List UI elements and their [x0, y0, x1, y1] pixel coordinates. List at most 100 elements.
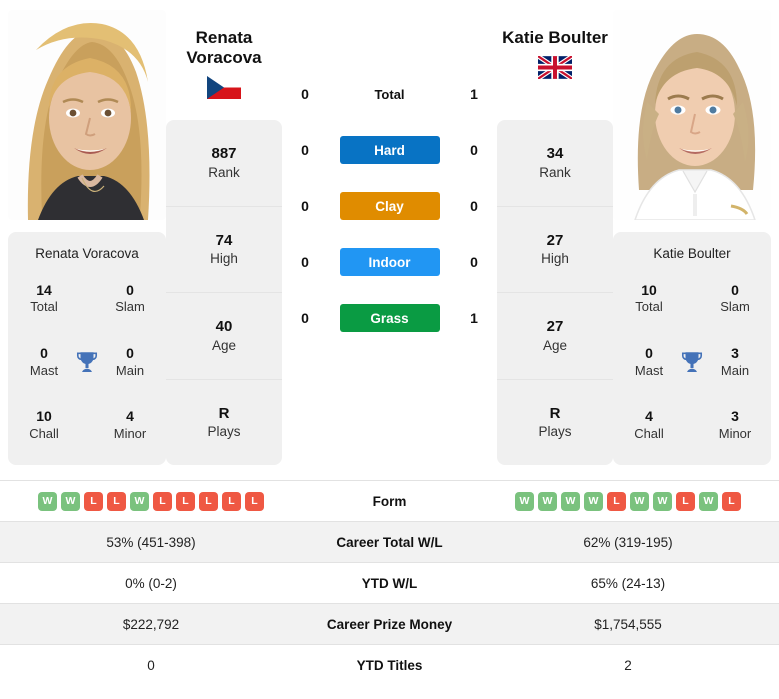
h2h-hard-right: 0	[470, 142, 478, 158]
comparison-header: Renata Voracova 14 Total 0 Slam 0 Mast 0…	[0, 0, 779, 477]
form-badge-win[interactable]: W	[130, 491, 149, 511]
right-high-stat: 27 High	[497, 207, 613, 293]
surface-button-clay[interactable]: Clay	[339, 192, 440, 220]
h2h-grass-left: 0	[301, 310, 309, 326]
row-label-career-prize-money: Career Prize Money	[326, 616, 453, 632]
left-player-flag	[166, 76, 282, 100]
h2h-grass-row: 0 Grass 1	[282, 290, 497, 346]
right-player-flag	[497, 56, 613, 80]
surface-button-indoor[interactable]: Indoor	[339, 248, 440, 276]
surface-button-hard[interactable]: Hard	[339, 136, 440, 164]
right-stats-column: Katie Boulter 34 Rank 27 High 27 Age R P…	[497, 10, 613, 477]
form-badge-win[interactable]: W	[38, 491, 57, 511]
left-plays-stat: R Plays	[207, 404, 241, 440]
left-player-photo	[8, 10, 166, 220]
left-high-stat: 74 High	[166, 207, 282, 293]
row-label-career-total-wl: Career Total W/L	[336, 534, 443, 550]
form-badge-win[interactable]: W	[561, 491, 580, 511]
left-titles-row-2: 0 Mast 0 Main	[14, 345, 160, 379]
right-main-titles: 3 Main	[720, 345, 750, 378]
right-player-photo	[613, 10, 771, 220]
h2h-total-left: 0	[301, 86, 309, 102]
h2h-clay-row: 0 Clay 0	[282, 178, 497, 234]
left-career-total-wl: 53% (451-398)	[106, 534, 196, 550]
left-main-titles: 0 Main	[115, 345, 145, 378]
right-player-column: Katie Boulter 10 Total 0 Slam 0 Mast 3 M…	[613, 10, 771, 477]
form-badge-win[interactable]: W	[699, 491, 718, 511]
right-player-heading: Katie Boulter	[502, 28, 608, 47]
left-player-name-label: Renata Voracova	[35, 246, 139, 261]
right-age-stat: 27 Age	[497, 293, 613, 380]
form-badge-win[interactable]: W	[538, 491, 557, 511]
player-comparison-page: Renata Voracova 14 Total 0 Slam 0 Mast 0…	[0, 0, 779, 699]
surface-button-grass[interactable]: Grass	[339, 304, 440, 332]
table-row-form: WWLLWLLLLL Form WWWWLWWLWL	[0, 480, 779, 521]
form-badge-loss[interactable]: L	[153, 491, 172, 511]
left-titles-row-1: 14 Total 0 Slam	[14, 282, 160, 316]
right-career-total-wl: 62% (319-195)	[583, 534, 673, 550]
form-badge-loss[interactable]: L	[199, 491, 218, 511]
form-badge-loss[interactable]: L	[222, 491, 241, 511]
czech-republic-flag-icon	[207, 76, 241, 100]
h2h-hard-left: 0	[301, 142, 309, 158]
right-titles-row-2: 0 Mast 3 Main	[619, 345, 765, 379]
left-form-list: WWLLWLLLLL	[0, 491, 302, 511]
row-label-ytd-titles: YTD Titles	[356, 657, 423, 673]
h2h-total-row: 0 Total 1	[282, 66, 497, 122]
united-kingdom-flag-icon	[538, 56, 572, 80]
right-total-titles: 10 Total	[635, 281, 663, 315]
h2h-indoor-row: 0 Indoor 0	[282, 234, 497, 290]
left-player-title-stats: Renata Voracova 14 Total 0 Slam 0 Mast 0…	[8, 232, 166, 465]
right-titles-row-1: 10 Total 0 Slam	[619, 282, 765, 316]
form-badge-loss[interactable]: L	[607, 491, 626, 511]
trophy-icon-glyph-right	[681, 352, 703, 372]
form-badge-win[interactable]: W	[630, 491, 649, 511]
right-career-prize-money: $1,754,555	[594, 616, 662, 632]
right-key-stats-strip: 34 Rank 27 High 27 Age R Plays	[497, 120, 613, 465]
form-badge-loss[interactable]: L	[722, 491, 741, 511]
left-rank-stat: 887 Rank	[166, 120, 282, 207]
form-badge-loss[interactable]: L	[107, 491, 126, 511]
h2h-total-right: 1	[470, 86, 478, 102]
left-slam-titles: 0 Slam	[115, 281, 145, 315]
h2h-hard-row: 0 Hard 0	[282, 122, 497, 178]
form-badge-loss[interactable]: L	[84, 491, 103, 511]
form-badge-win[interactable]: W	[653, 491, 672, 511]
row-label-form: Form	[372, 493, 407, 509]
form-badge-loss[interactable]: L	[676, 491, 695, 511]
right-masters-titles: 0 Mast	[634, 345, 664, 378]
left-ytd-titles: 0	[147, 657, 155, 673]
comparison-table: WWLLWLLLLL Form WWWWLWWLWL 53% (451-398)…	[0, 480, 779, 685]
left-player-column: Renata Voracova 14 Total 0 Slam 0 Mast 0…	[8, 10, 166, 477]
form-badge-win[interactable]: W	[61, 491, 80, 511]
h2h-clay-right: 0	[470, 198, 478, 214]
trophy-icon-right	[675, 349, 709, 375]
table-row-career-wl: 53% (451-398) Career Total W/L 62% (319-…	[0, 521, 779, 562]
right-form-list: WWWWLWWLWL	[477, 491, 779, 511]
head-to-head-panel: 0 Total 1 0 Hard 0 0 Clay 0 0 Indoor 0 0…	[282, 10, 497, 477]
left-player-heading: Renata Voracova	[186, 28, 262, 68]
left-form-badges: WWLLWLLLLL	[0, 491, 302, 511]
h2h-grass-right: 1	[470, 310, 478, 326]
right-form-badges: WWWWLWWLWL	[477, 491, 779, 511]
left-challenger-titles: 10 Chall	[29, 408, 59, 441]
trophy-icon	[70, 349, 104, 375]
form-badge-win[interactable]: W	[584, 491, 603, 511]
right-plays-stat: R Plays	[538, 404, 572, 440]
right-player-title-stats: Katie Boulter 10 Total 0 Slam 0 Mast 3 M…	[613, 232, 771, 465]
right-slam-titles: 0 Slam	[720, 281, 750, 315]
row-label-ytd-wl: YTD W/L	[361, 575, 418, 591]
form-badge-loss[interactable]: L	[245, 491, 264, 511]
table-row-ytd-wl: 0% (0-2) YTD W/L 65% (24-13)	[0, 562, 779, 603]
left-masters-titles: 0 Mast	[29, 345, 59, 378]
right-rank-stat: 34 Rank	[497, 120, 613, 207]
left-stats-column: Renata Voracova 887 Rank 74 High 40 Age …	[166, 10, 282, 477]
right-minor-titles: 3 Minor	[718, 408, 752, 441]
left-key-stats-strip: 887 Rank 74 High 40 Age R Plays	[166, 120, 282, 465]
left-player-portrait-icon	[8, 10, 166, 220]
left-age-stat: 40 Age	[166, 293, 282, 380]
left-ytd-wl: 0% (0-2)	[125, 575, 177, 591]
form-badge-win[interactable]: W	[515, 491, 534, 511]
table-row-ytd-titles: 0 YTD Titles 2	[0, 644, 779, 685]
form-badge-loss[interactable]: L	[176, 491, 195, 511]
